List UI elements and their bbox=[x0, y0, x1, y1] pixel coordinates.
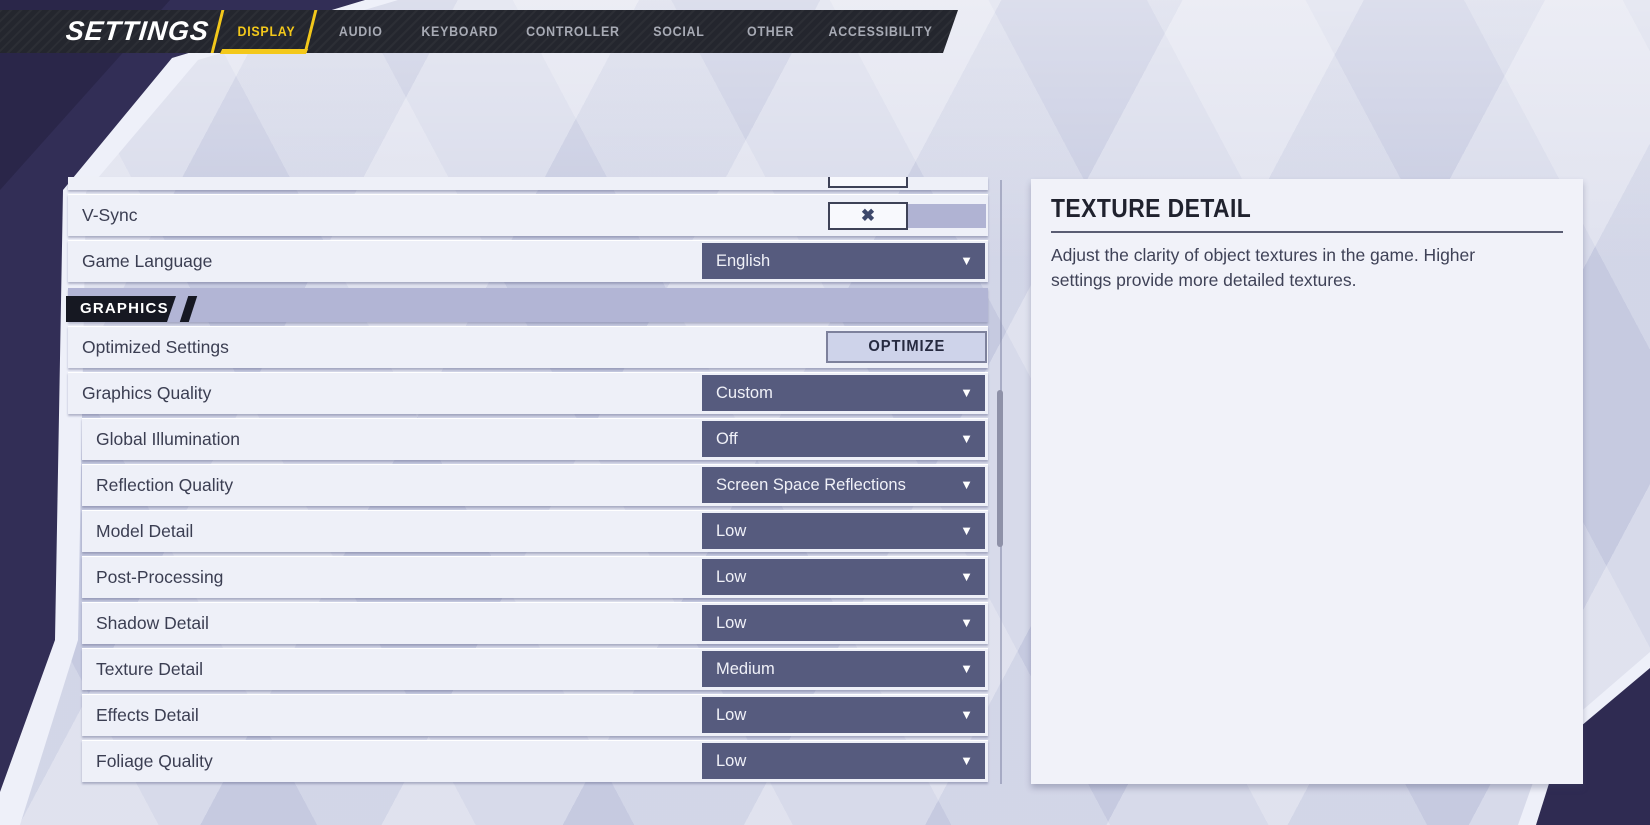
scrolled-partial-row bbox=[68, 177, 988, 190]
chevron-down-icon: ▼ bbox=[960, 615, 973, 630]
setting-row-reflection-quality[interactable]: Reflection Quality Screen Space Reflecti… bbox=[82, 464, 988, 506]
reflection-quality-dropdown[interactable]: Screen Space Reflections ▼ bbox=[702, 467, 985, 503]
tab-audio[interactable]: AUDIO bbox=[318, 10, 403, 53]
shadow-detail-dropdown[interactable]: Low ▼ bbox=[702, 605, 985, 641]
model-detail-dropdown[interactable]: Low ▼ bbox=[702, 513, 985, 549]
section-badge: GRAPHICS bbox=[66, 296, 176, 322]
chevron-down-icon: ▼ bbox=[960, 707, 973, 722]
detail-panel-title: TEXTURE DETAIL bbox=[1051, 193, 1252, 223]
setting-label: V-Sync bbox=[82, 205, 138, 225]
chevron-down-icon: ▼ bbox=[960, 661, 973, 676]
graphics-quality-dropdown[interactable]: Custom ▼ bbox=[702, 375, 985, 411]
detail-panel: TEXTURE DETAIL Adjust the clarity of obj… bbox=[1031, 179, 1583, 784]
optimize-button[interactable]: OPTIMIZE bbox=[826, 331, 987, 363]
setting-row-shadow-detail[interactable]: Shadow Detail Low ▼ bbox=[82, 602, 988, 644]
setting-label: Post-Processing bbox=[96, 567, 224, 587]
tab-social[interactable]: SOCIAL bbox=[634, 10, 724, 53]
tab-other[interactable]: OTHER bbox=[728, 10, 813, 53]
foliage-quality-dropdown[interactable]: Low ▼ bbox=[702, 743, 985, 779]
chevron-down-icon: ▼ bbox=[960, 753, 973, 768]
section-slash-decoration bbox=[179, 296, 198, 322]
chevron-down-icon: ▼ bbox=[960, 523, 973, 538]
effects-detail-dropdown[interactable]: Low ▼ bbox=[702, 697, 985, 733]
chevron-down-icon: ▼ bbox=[960, 385, 973, 400]
toggle-fill bbox=[908, 204, 986, 228]
setting-row-global-illumination[interactable]: Global Illumination Off ▼ bbox=[82, 418, 988, 460]
setting-row-game-language[interactable]: Game Language English ▼ bbox=[68, 240, 988, 282]
setting-row-optimized-settings[interactable]: Optimized Settings OPTIMIZE bbox=[68, 326, 988, 368]
detail-panel-divider bbox=[1051, 231, 1563, 233]
setting-label: Effects Detail bbox=[96, 705, 199, 725]
tab-keyboard[interactable]: KEYBOARD bbox=[410, 10, 510, 53]
setting-label: Reflection Quality bbox=[96, 475, 234, 495]
chevron-down-icon: ▼ bbox=[960, 569, 973, 584]
chevron-down-icon: ▼ bbox=[960, 253, 973, 268]
setting-row-post-processing[interactable]: Post-Processing Low ▼ bbox=[82, 556, 988, 598]
tab-display[interactable]: DISPLAY bbox=[220, 10, 312, 53]
setting-label: Foliage Quality bbox=[96, 751, 213, 771]
active-tab-underline bbox=[219, 49, 309, 54]
post-processing-dropdown[interactable]: Low ▼ bbox=[702, 559, 985, 595]
chevron-down-icon: ▼ bbox=[960, 431, 973, 446]
scrollbar-thumb[interactable] bbox=[997, 390, 1003, 547]
setting-row-model-detail[interactable]: Model Detail Low ▼ bbox=[82, 510, 988, 552]
page-title: SETTINGS bbox=[64, 16, 211, 46]
global-illumination-dropdown[interactable]: Off ▼ bbox=[702, 421, 985, 457]
game-language-dropdown[interactable]: English ▼ bbox=[702, 243, 985, 279]
chevron-down-icon: ▼ bbox=[960, 477, 973, 492]
setting-row-graphics-quality[interactable]: Graphics Quality Custom ▼ bbox=[68, 372, 988, 414]
tab-controller[interactable]: CONTROLLER bbox=[518, 10, 628, 53]
section-header-graphics: GRAPHICS bbox=[68, 288, 988, 322]
setting-row-texture-detail[interactable]: Texture Detail Medium ▼ bbox=[82, 648, 988, 690]
setting-label: Global Illumination bbox=[96, 429, 240, 449]
texture-detail-dropdown[interactable]: Medium ▼ bbox=[702, 651, 985, 687]
setting-label: Texture Detail bbox=[96, 659, 203, 679]
partial-toggle-box bbox=[828, 177, 908, 188]
setting-row-vsync[interactable]: V-Sync ✖ bbox=[68, 194, 988, 236]
toggle-x-icon: ✖ bbox=[828, 202, 908, 230]
vsync-toggle[interactable]: ✖ bbox=[828, 202, 986, 230]
setting-row-effects-detail[interactable]: Effects Detail Low ▼ bbox=[82, 694, 988, 736]
setting-label: Shadow Detail bbox=[96, 613, 209, 633]
setting-label: Game Language bbox=[82, 251, 213, 271]
setting-label: Model Detail bbox=[96, 521, 194, 541]
setting-label: Optimized Settings bbox=[82, 337, 229, 357]
setting-label: Graphics Quality bbox=[82, 383, 212, 403]
settings-header-bar: SETTINGS DISPLAY AUDIO KEYBOARD CONTROLL… bbox=[0, 10, 958, 53]
tab-accessibility[interactable]: ACCESSIBILITY bbox=[818, 10, 943, 53]
detail-panel-description: Adjust the clarity of object textures in… bbox=[1051, 245, 1476, 290]
setting-row-foliage-quality[interactable]: Foliage Quality Low ▼ bbox=[82, 740, 988, 782]
